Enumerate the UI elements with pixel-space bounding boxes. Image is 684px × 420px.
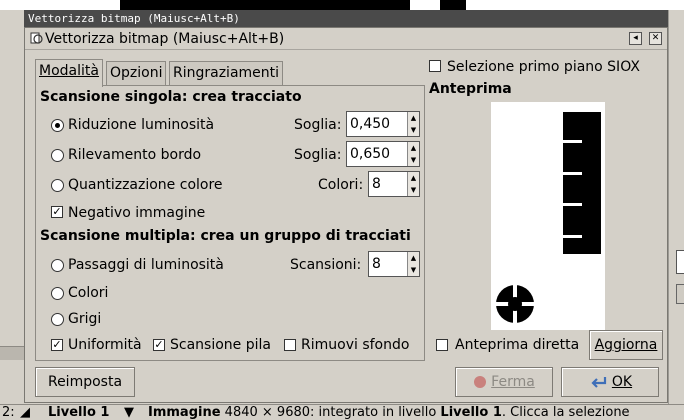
dock-icon[interactable]: ◂ [629, 32, 642, 45]
ok-button[interactable]: OK [561, 367, 659, 397]
smooth-checkbox[interactable]: ✓ [51, 339, 63, 351]
ok-button-label: OK [611, 374, 633, 390]
stop-icon [474, 376, 487, 388]
tab-modalita[interactable]: Modalità [35, 59, 103, 87]
spinner-value: 8 [372, 256, 381, 272]
layer-selector[interactable]: Livello 1 [48, 405, 109, 420]
single-scan-heading: Scansione singola: crea tracciato [40, 89, 302, 105]
dialog-header: Vettorizza bitmap (Maiusc+Alt+B) ◂ ✕ [25, 28, 667, 50]
status-msg-layer: Livello 1 [440, 405, 502, 420]
colors-radio[interactable] [51, 287, 64, 300]
preview-graphic [495, 112, 601, 324]
reset-button-label: Reimposta [47, 374, 123, 390]
stack-scans-checkbox[interactable]: ✓ [153, 339, 165, 351]
brightness-cutoff-label: Riduzione luminosità [68, 117, 215, 133]
colors-option-label: Colori [68, 285, 109, 301]
edge-detection-radio[interactable] [51, 149, 64, 162]
edge-threshold-spinner[interactable]: 0,650 ▲ ▼ [346, 141, 420, 167]
trace-bitmap-dialog: Vettorizza bitmap (Maiusc+Alt+B) ◂ ✕ Mod… [24, 27, 668, 403]
spinner-value: 0,650 [350, 146, 391, 162]
canvas-shape [120, 0, 410, 10]
stack-scans-label: Scansione pila [170, 337, 271, 353]
return-arrow-icon [591, 377, 606, 388]
reset-button[interactable]: Reimposta [35, 367, 135, 397]
spinner-arrows[interactable]: ▲ ▼ [407, 142, 419, 166]
status-msg-end: . Clicca la selezione [501, 405, 630, 420]
parent-window-field[interactable] [676, 250, 684, 274]
status-left: 2: [2, 405, 15, 420]
tab-label: Ringraziamenti [173, 65, 280, 81]
grays-radio[interactable] [51, 313, 64, 326]
app-icon [30, 32, 43, 44]
threshold-label: Soglia: [294, 147, 342, 163]
brightness-threshold-spinner[interactable]: 0,450 ▲ ▼ [346, 111, 420, 137]
multi-scan-heading: Scansione multipla: crea un gruppo di tr… [40, 228, 411, 244]
preview-heading: Anteprima [429, 81, 512, 97]
spinner-arrows[interactable]: ▲ ▼ [407, 172, 419, 196]
tab-ringraziamenti[interactable]: Ringraziamenti [169, 61, 284, 85]
modes-panel: Scansione singola: crea tracciato Riduzi… [35, 85, 425, 361]
scans-spinner[interactable]: 8 ▲ ▼ [368, 251, 420, 277]
spinner-value: 0,450 [350, 116, 391, 132]
remove-background-label: Rimuovi sfondo [301, 337, 410, 353]
color-quantization-radio[interactable] [51, 179, 64, 192]
stop-button[interactable]: Ferma [455, 367, 553, 397]
brightness-cutoff-radio[interactable] [51, 119, 64, 132]
smooth-label: Uniformità [68, 337, 142, 353]
update-button-label: Aggiorna [594, 337, 658, 353]
colors-label: Colori: [318, 177, 364, 193]
brightness-steps-radio[interactable] [51, 259, 64, 272]
dialog-title: Vettorizza bitmap (Maiusc+Alt+B) [45, 31, 285, 47]
status-bar: 2: ◢ Livello 1 ▼ Immagine 4840 × 9680: i… [0, 404, 684, 420]
parent-window-right [668, 10, 684, 410]
parent-window-button[interactable] [676, 284, 684, 304]
spinner-value: 8 [372, 176, 381, 192]
live-preview-checkbox[interactable] [436, 339, 448, 351]
preview-image [491, 102, 605, 330]
spinner-arrows[interactable]: ▲ ▼ [407, 112, 419, 136]
color-quantization-label: Quantizzazione colore [68, 177, 223, 193]
update-button[interactable]: Aggiorna [589, 330, 663, 360]
layer-dropdown-arrow[interactable]: ▼ [124, 405, 134, 420]
threshold-label: Soglia: [294, 117, 342, 133]
scans-label: Scansioni: [290, 257, 362, 273]
brightness-steps-label: Passaggi di luminosità [68, 257, 224, 273]
spinner-arrows[interactable]: ▲ ▼ [407, 252, 419, 276]
tab-opzioni[interactable]: Opzioni [106, 61, 167, 85]
parent-window-band [0, 346, 26, 360]
outer-window-title: Vettorizza bitmap (Maiusc+Alt+B) [24, 10, 668, 27]
siox-label: Selezione primo piano SIOX [447, 59, 640, 75]
status-msg-bold: Immagine [148, 405, 221, 420]
colors-spinner[interactable]: 8 ▲ ▼ [368, 171, 420, 197]
remove-background-checkbox[interactable] [284, 339, 296, 351]
layer-dropdown-icon[interactable]: ◢ [20, 405, 30, 420]
close-icon[interactable]: ✕ [649, 32, 662, 45]
status-message: Immagine 4840 × 9680: integrato in livel… [148, 405, 630, 420]
tab-label: Modalità [39, 63, 99, 79]
siox-checkbox[interactable] [429, 60, 441, 72]
live-preview-label: Anteprima diretta [455, 337, 580, 353]
edge-detection-label: Rilevamento bordo [68, 147, 202, 163]
canvas-shape [440, 0, 466, 10]
tab-label: Opzioni [110, 65, 163, 81]
invert-image-checkbox[interactable]: ✓ [51, 206, 63, 218]
invert-image-label: Negativo immagine [68, 205, 206, 221]
grays-label: Grigi [68, 311, 102, 327]
status-msg-text: 4840 × 9680: integrato in livello [220, 405, 441, 420]
stop-button-label: Ferma [491, 374, 535, 390]
